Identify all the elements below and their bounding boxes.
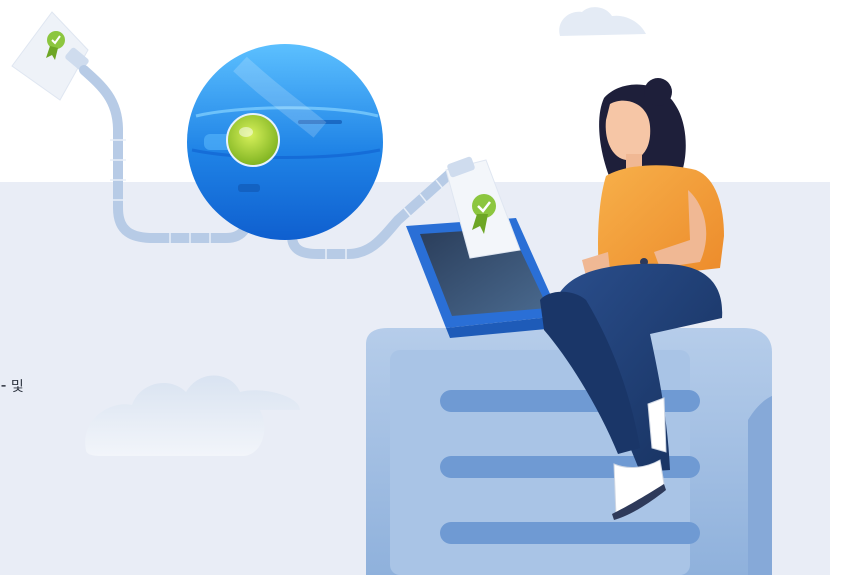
server-icon [366,328,772,575]
onboarding-illustration: ⁃ 및 [0,0,843,575]
illustration-scene [11,7,772,575]
certificate-icon [11,11,89,101]
globe-icon [187,44,383,240]
cloud-icon [85,375,300,456]
cloud-icon [559,7,646,37]
